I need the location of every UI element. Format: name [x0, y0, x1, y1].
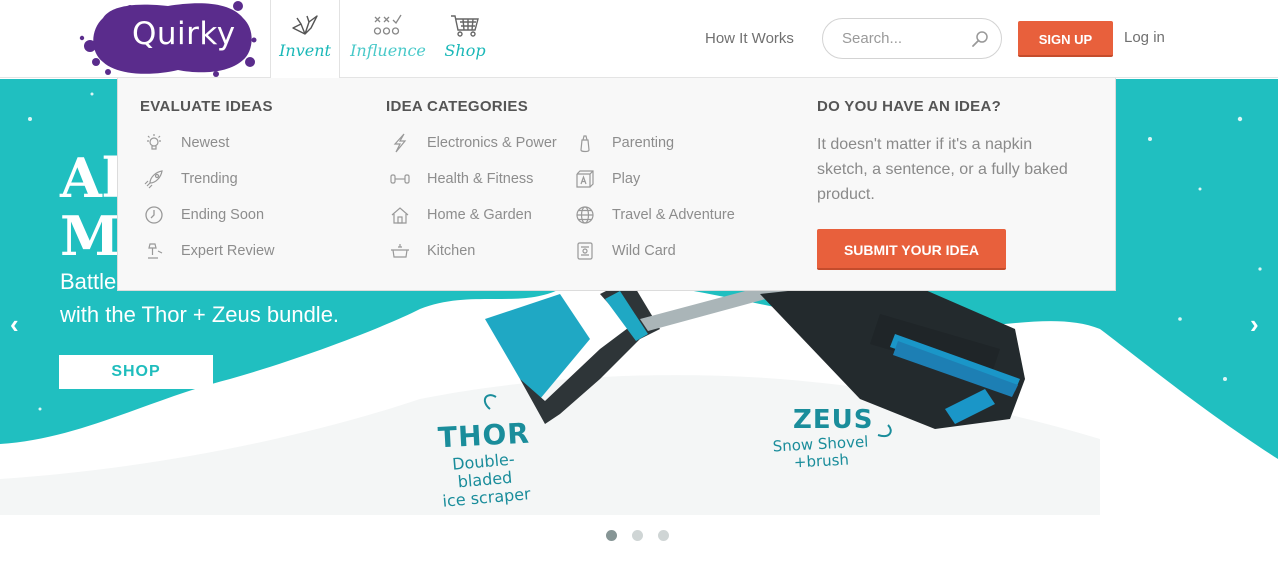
nav-tab-invent-label: Invent: [279, 41, 331, 60]
hero-title: Al M: [60, 149, 122, 265]
carousel-dot-2[interactable]: [632, 530, 643, 541]
zeus-label: ZEUS: [793, 405, 874, 435]
nav-tab-influence[interactable]: Influence: [350, 0, 426, 79]
signup-button[interactable]: SIGN UP: [1018, 21, 1113, 57]
hero-title-line-1: Al: [60, 146, 123, 210]
thor-description: Double-bladed ice scraper: [428, 448, 542, 511]
carousel-dot-3[interactable]: [658, 530, 669, 541]
menu-item-trending-label: Trending: [181, 171, 238, 187]
login-link[interactable]: Log in: [1124, 29, 1165, 46]
shopping-cart-icon: [451, 15, 479, 37]
search-box: [822, 18, 1002, 59]
menu-item-expert-review-label: Expert Review: [181, 243, 275, 259]
rocket-icon: [144, 170, 163, 189]
menu-item-ending-soon-label: Ending Soon: [181, 207, 265, 223]
category-parenting-label: Parenting: [612, 135, 675, 151]
search-input[interactable]: [842, 30, 962, 47]
logo-text: Quirky: [132, 16, 236, 52]
expert-lamp-icon: [148, 243, 163, 259]
thor-label: THOR: [437, 416, 531, 455]
submit-idea-button[interactable]: SUBMIT YOUR IDEA: [817, 229, 1006, 270]
clock-icon: [145, 206, 163, 224]
pot-icon: [391, 244, 409, 258]
search-icon[interactable]: [971, 30, 989, 48]
invent-dropdown-menu: EVALUATE IDEAS Newest Trending Ending So…: [117, 78, 1116, 291]
pitch-title: DO YOU HAVE AN IDEA?: [817, 98, 1002, 115]
evaluate-ideas-title: EVALUATE IDEAS: [140, 98, 273, 115]
baby-bottle-icon: [580, 135, 590, 153]
category-electronics-power-label: Electronics & Power: [427, 135, 557, 151]
category-travel-adventure-label: Travel & Adventure: [612, 207, 735, 223]
paper-crane-icon: [292, 15, 318, 35]
zeus-description: Snow Shovel +brush: [772, 433, 870, 473]
globe-icon: [576, 206, 594, 224]
pitch-text: It doesn't matter if it's a napkin sketc…: [817, 136, 1068, 203]
carousel-dot-1[interactable]: [606, 530, 617, 541]
nav-tab-invent[interactable]: Invent: [270, 0, 340, 79]
quirky-logo[interactable]: Quirky: [78, 0, 258, 78]
dumbbell-icon: [390, 174, 410, 184]
hero-subtitle-line-2: with the Thor + Zeus bundle.: [60, 302, 340, 327]
idea-categories-title: IDEA CATEGORIES: [386, 98, 529, 115]
category-wild-card-label: Wild Card: [612, 243, 676, 259]
letter-block-icon: [576, 170, 594, 188]
nav-tab-influence-label: Influence: [350, 41, 426, 60]
carousel-prev-arrow[interactable]: ‹: [10, 309, 19, 340]
hero-title-line-2: M: [60, 204, 120, 268]
nav-tab-shop-label: Shop: [444, 41, 486, 60]
tic-tac-toe-icon: [373, 14, 402, 35]
hero-shop-button[interactable]: SHOP: [59, 355, 213, 389]
category-home-garden-label: Home & Garden: [427, 207, 532, 223]
menu-item-newest-label: Newest: [181, 135, 230, 151]
category-health-fitness-label: Health & Fitness: [427, 171, 534, 187]
house-icon: [391, 207, 409, 224]
wild-card-icon: [577, 242, 593, 260]
lightbulb-icon: [147, 134, 161, 150]
site-header: Quirky Invent Influence Shop How It Work…: [0, 0, 1278, 79]
nav-tab-shop[interactable]: Shop: [432, 0, 498, 79]
category-kitchen-label: Kitchen: [427, 243, 476, 259]
lightning-icon: [393, 133, 407, 153]
how-it-works-link[interactable]: How It Works: [705, 30, 794, 47]
category-play-label: Play: [612, 171, 641, 187]
carousel-next-arrow[interactable]: ›: [1250, 309, 1259, 340]
